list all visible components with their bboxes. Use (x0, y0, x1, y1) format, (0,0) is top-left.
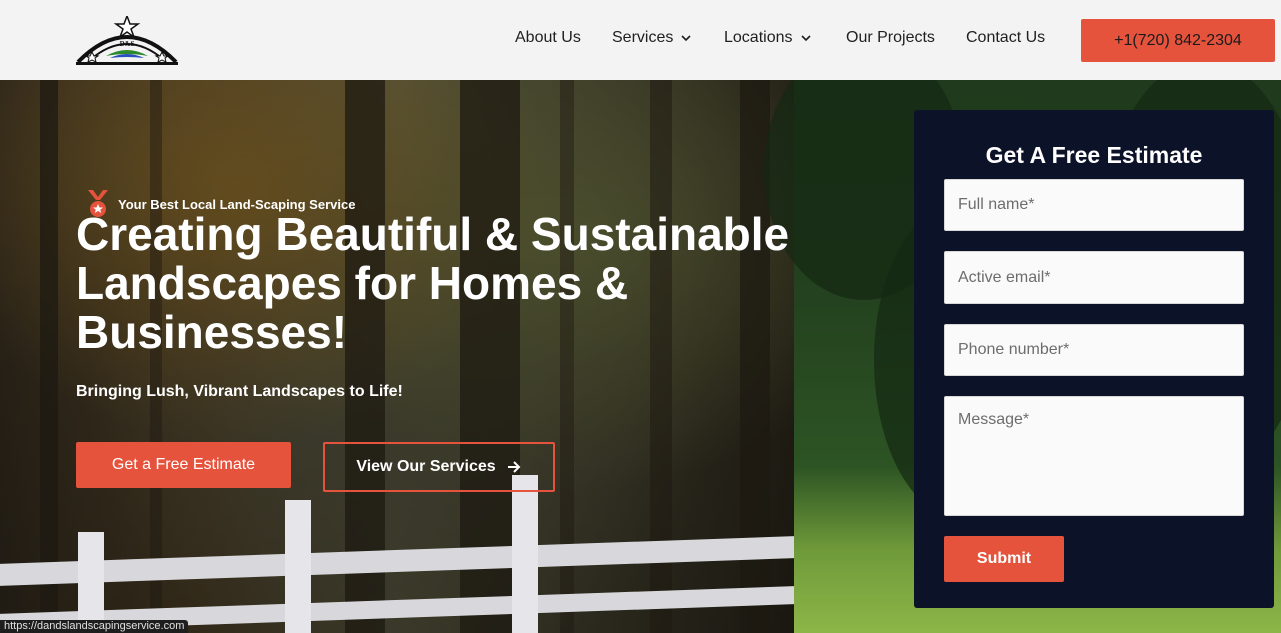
submit-button[interactable]: Submit (944, 536, 1064, 582)
full-name-input[interactable] (944, 179, 1244, 231)
get-free-estimate-label: Get a Free Estimate (111, 456, 256, 473)
get-free-estimate-button[interactable]: Get a Free Estimate (76, 442, 291, 488)
company-logo[interactable]: D&S (76, 16, 178, 66)
submit-label: Submit (976, 550, 1032, 567)
svg-text:D&S: D&S (120, 40, 135, 48)
hero-section: Your Best Local Land-Scaping Service Cre… (0, 80, 1281, 633)
phone-call-button[interactable]: +1(720) 842-2304 (1081, 19, 1275, 62)
estimate-form: Get A Free Estimate Submit (914, 110, 1274, 608)
view-our-services-label: View Our Services (356, 458, 496, 475)
nav-services-label: Services (612, 29, 674, 46)
nav-locations[interactable]: Locations (724, 29, 811, 47)
hero-headline: Creating Beautiful & Sustainable Landsca… (76, 208, 790, 358)
browser-status-bar: https://dandslandscapingservice.com (0, 620, 189, 633)
nav-contact-us[interactable]: Contact Us (966, 29, 1045, 47)
site-header: D&S About Us Services Locations Our Proj… (0, 0, 1281, 80)
nav-locations-label: Locations (724, 29, 793, 46)
nav-about-us-label: About Us (515, 29, 581, 46)
view-our-services-button[interactable]: View Our Services (323, 442, 555, 492)
nav-about-us[interactable]: About Us (515, 29, 581, 47)
phone-number: +1(720) 842-2304 (1114, 31, 1242, 49)
message-textarea[interactable] (944, 396, 1244, 516)
chevron-down-icon (800, 35, 811, 42)
email-input[interactable] (944, 251, 1244, 304)
phone-input[interactable] (944, 324, 1244, 376)
chevron-down-icon (681, 35, 691, 42)
nav-our-projects[interactable]: Our Projects (846, 29, 935, 47)
form-title: Get A Free Estimate (985, 142, 1203, 168)
nav-contact-us-label: Contact Us (966, 29, 1046, 46)
hero-subhead: Bringing Lush, Vibrant Landscapes to Lif… (76, 383, 403, 400)
arrow-right-icon (507, 461, 521, 473)
nav-services[interactable]: Services (612, 29, 691, 47)
nav-our-projects-label: Our Projects (846, 29, 935, 46)
